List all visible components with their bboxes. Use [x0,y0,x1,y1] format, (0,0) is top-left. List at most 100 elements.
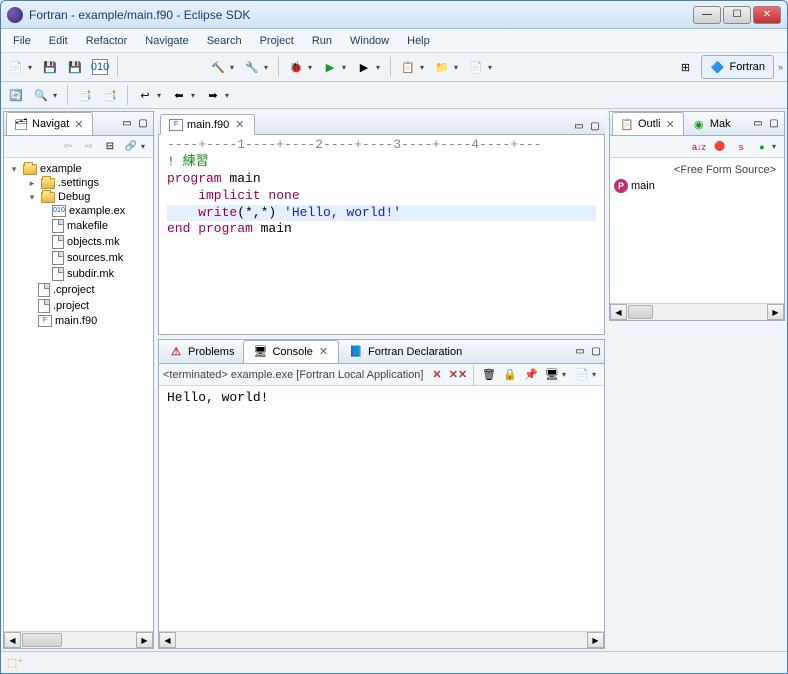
collapse-all-button[interactable]: ⊟ [101,138,119,156]
make-button[interactable]: 010 [89,56,111,78]
outline-hscroll[interactable]: ◀▶ [610,303,784,320]
declaration-icon: 📘 [348,344,364,360]
outline-min-icon[interactable]: ▭ [750,116,766,132]
menubar: File Edit Refactor Navigate Search Proje… [1,29,787,53]
maximize-button[interactable]: ☐ [723,6,751,24]
scroll-lock-button[interactable]: 🔒 [501,366,519,384]
tree-item[interactable]: ▾ Debug [8,190,149,204]
tree-item[interactable]: objects.mk [8,234,149,250]
minimize-button[interactable]: — [693,6,721,24]
console-hscroll[interactable]: ◀▶ [159,631,604,648]
file-icon [52,267,64,281]
save-button[interactable]: 💾 [39,56,61,78]
refresh-button[interactable]: 🔄 [5,84,27,106]
menu-file[interactable]: File [5,32,39,50]
display-selected-button[interactable]: 🖥 [543,366,561,384]
outline-tab[interactable]: 📋 Outli ✕ [612,112,684,135]
window-title: Fortran - example/main.f90 - Eclipse SDK [29,8,693,22]
fortran-icon: 🔷 [710,59,726,75]
minimize-view-icon[interactable]: ▭ [119,116,135,132]
forward-button[interactable]: ➡ [202,84,224,106]
bottom-maximize-icon[interactable]: ▢ [588,344,604,360]
menu-navigate[interactable]: Navigate [137,32,196,50]
build-button[interactable]: 🔨 [207,56,229,78]
tree-item[interactable]: F main.f90 [8,314,149,328]
new-folder-button[interactable]: 📁 [431,56,453,78]
link-editor-button[interactable]: 🔗 [122,138,140,156]
editor-tab-close-icon[interactable]: ✕ [233,118,246,131]
menu-refactor[interactable]: Refactor [78,32,136,50]
console-output[interactable]: Hello, world! [159,386,604,631]
external-tools-button[interactable]: ▶ [353,56,375,78]
outline-menu-icon[interactable]: ▾ [772,142,780,151]
secondary-toolbar: 🔄 🔍▾ 📑 📑 ↩▾ ⬅▾ ➡▾ [1,82,787,109]
filter3-button[interactable]: ● [753,138,771,156]
view-menu-icon[interactable]: ▾ [141,142,149,151]
fortran-perspective[interactable]: 🔷 Fortran [701,55,774,79]
tree-item[interactable]: sources.mk [8,250,149,266]
toggle1-button[interactable]: 📑 [74,84,96,106]
tree-item[interactable]: subdir.mk [8,266,149,282]
editor-body[interactable]: ----+----1----+----2----+----3----+----4… [158,135,605,335]
navigator-hscroll[interactable]: ◀▶ [4,631,153,648]
filter1-button[interactable]: 🔴 [711,138,729,156]
menu-edit[interactable]: Edit [41,32,76,50]
toggle2-button[interactable]: 📑 [99,84,121,106]
console-icon: 🖥 [252,344,268,360]
console-tab[interactable]: 🖥 Console ✕ [243,340,339,364]
outline-close-icon[interactable]: ✕ [664,118,677,131]
nav-back-button[interactable]: ⇦ [59,138,77,156]
navigator-close-icon[interactable]: ✕ [72,118,85,131]
back-button[interactable]: ⬅ [168,84,190,106]
open-console-button[interactable]: 📄 [573,366,591,384]
new-file-button[interactable]: 📄 [465,56,487,78]
menu-help[interactable]: Help [399,32,438,50]
close-button[interactable]: ✕ [753,6,781,24]
outline-item[interactable]: P main [614,178,780,194]
tree-item[interactable]: .project [8,298,149,314]
new-button[interactable]: 📄 [5,56,27,78]
filter2-button[interactable]: s [732,138,750,156]
open-perspective-button[interactable]: ⊞ [675,56,697,78]
perspective-label: Fortran [730,61,765,73]
nav-fwd-button[interactable]: ⇨ [80,138,98,156]
outline-max-icon[interactable]: ▢ [766,116,782,132]
console-tab-close-icon[interactable]: ✕ [317,345,330,358]
editor-tab[interactable]: F main.f90 ✕ [160,114,255,135]
titlebar: Fortran - example/main.f90 - Eclipse SDK… [1,1,787,29]
new-class-button[interactable]: 📋 [397,56,419,78]
navigator-tab[interactable]: 🗂 Navigat ✕ [6,112,93,135]
main-toolbar: 📄▾ 💾 💾 010 🔨▾ 🔧▾ 🐞▾ ▶▾ ▶▾ 📋▾ 📁▾ 📄▾ ⊞ 🔷 F… [1,53,787,82]
editor-minimize-icon[interactable]: ▭ [571,118,587,134]
editor-maximize-icon[interactable]: ▢ [587,118,603,134]
remove-launch-button[interactable]: ✕✕ [449,366,467,384]
menu-window[interactable]: Window [342,32,397,50]
bottom-minimize-icon[interactable]: ▭ [572,344,588,360]
target-button[interactable]: 🔧 [241,56,263,78]
f90-icon: F [169,119,183,131]
menu-run[interactable]: Run [304,32,340,50]
run-button[interactable]: ▶ [319,56,341,78]
navigator-icon: 🗂 [13,116,29,132]
problems-tab[interactable]: ⚠ Problems [159,340,243,364]
menu-project[interactable]: Project [252,32,302,50]
tree-item[interactable]: .cproject [8,282,149,298]
fortran-decl-tab[interactable]: 📘 Fortran Declaration [339,340,471,364]
clear-console-button[interactable]: 🗑 [480,366,498,384]
tree-item[interactable]: 010 example.ex [8,204,149,218]
debug-button[interactable]: 🐞 [285,56,307,78]
make-tab[interactable]: ◉ Mak [684,112,738,135]
make-icon: ◉ [691,116,707,132]
tree-item[interactable]: makefile [8,218,149,234]
maximize-view-icon[interactable]: ▢ [135,116,151,132]
last-edit-button[interactable]: ↩ [134,84,156,106]
pin-console-button[interactable]: 📌 [522,366,540,384]
save-all-button[interactable]: 💾 [64,56,86,78]
search-button2[interactable]: 🔍 [30,84,52,106]
tree-item[interactable]: ▸ .settings [8,176,149,190]
sort-button[interactable]: a↓z [690,138,708,156]
tree-root[interactable]: ▾ example [8,162,149,176]
terminate-button[interactable]: ✕ [428,366,446,384]
menu-search[interactable]: Search [199,32,250,50]
file-icon [38,299,50,313]
